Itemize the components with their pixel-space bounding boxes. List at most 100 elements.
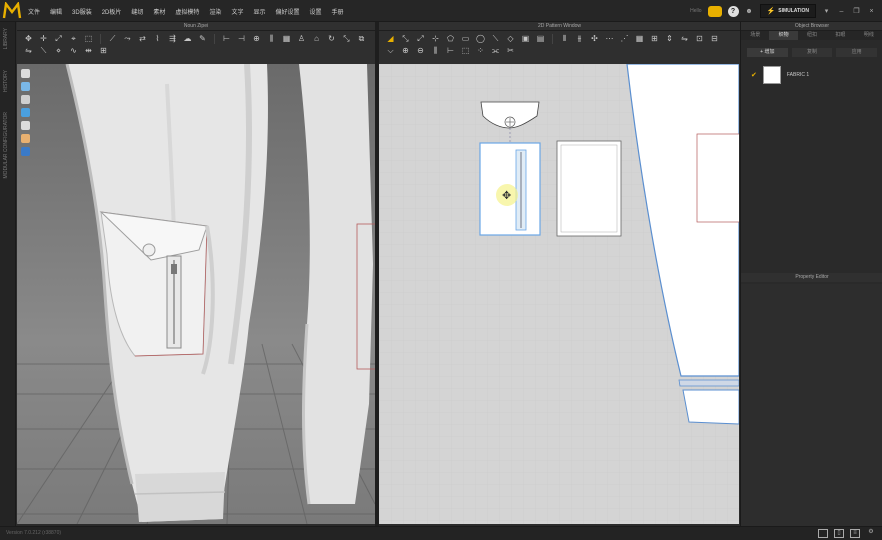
rotate-icon[interactable]: ↻ <box>326 34 337 44</box>
help-icon[interactable]: ? <box>727 5 739 17</box>
menu-item-settings[interactable]: 设置 <box>309 7 321 16</box>
menu-item-manual[interactable]: 手册 <box>332 7 344 16</box>
measure-icon[interactable]: ⊢ <box>221 34 232 44</box>
camera-icon[interactable] <box>707 5 722 17</box>
zipper-icon[interactable]: ⫼ <box>266 34 277 44</box>
segment-sew-icon[interactable]: ⫴ <box>559 34 570 44</box>
tab-fabric[interactable]: 织物 <box>769 31 798 40</box>
elastic-icon[interactable]: ⫘ <box>490 46 501 56</box>
menu-item-sewing[interactable]: 缝纫 <box>131 7 143 16</box>
edit-curve-icon[interactable]: ⤢ <box>415 34 426 44</box>
select-icon[interactable]: ✥ <box>23 34 34 44</box>
fabric-mode-icon[interactable] <box>21 82 30 91</box>
steam-icon[interactable]: ☁ <box>182 34 193 44</box>
edit-pattern-icon[interactable]: ⤡ <box>400 34 411 44</box>
menu-item-file[interactable]: 文件 <box>28 7 40 16</box>
skin-mode-icon[interactable] <box>21 134 30 143</box>
box-select-icon[interactable]: ⬚ <box>83 34 94 44</box>
fabric-list-item[interactable]: ✔ FABRIC 1 <box>741 64 882 86</box>
transform-pattern-icon[interactable]: ◢ <box>385 34 396 44</box>
garment-mode-icon[interactable] <box>21 69 30 78</box>
viewport-3d[interactable] <box>17 64 375 524</box>
offset-icon[interactable]: ⊡ <box>694 34 705 44</box>
stitch-icon[interactable]: ⁘ <box>475 46 486 56</box>
pleat-icon[interactable]: ⋰ <box>619 34 630 44</box>
add-button[interactable]: + 增加 <box>747 48 788 57</box>
grid-2d-icon[interactable]: ▦ <box>634 34 645 44</box>
apply-button[interactable]: 应用 <box>836 48 878 57</box>
environment-mode-icon[interactable] <box>21 147 30 156</box>
circle-icon[interactable]: ◯ <box>475 34 486 44</box>
mirror-icon[interactable]: ⇋ <box>679 34 690 44</box>
seam-allowance-icon[interactable]: ⊟ <box>709 34 720 44</box>
move-icon[interactable]: ✛ <box>38 34 49 44</box>
menu-item-display[interactable]: 显示 <box>253 7 265 16</box>
avatar-icon[interactable]: ☻ <box>745 7 754 16</box>
button-tool-icon[interactable]: ⊕ <box>251 34 262 44</box>
dart-icon[interactable]: ◇ <box>505 34 516 44</box>
free-sew-icon[interactable]: ⫵ <box>574 34 585 44</box>
brush-icon[interactable]: ✎ <box>197 34 208 44</box>
grain-icon[interactable]: ⇕ <box>664 34 675 44</box>
tab-button[interactable]: 纽扣 <box>798 31 826 40</box>
copy-button[interactable]: 复制 <box>791 48 833 57</box>
settings-icon[interactable]: ⚙ <box>866 529 876 538</box>
measure-2d-icon[interactable]: ⊢ <box>445 46 456 56</box>
fold-icon[interactable]: ⟋ <box>107 34 118 44</box>
garment-icon[interactable]: ⌂ <box>311 34 322 44</box>
tab-buttonhole[interactable]: 扣眼 <box>826 31 854 40</box>
internal-line-icon[interactable]: ⟍ <box>490 34 501 44</box>
menu-item-render[interactable]: 渲染 <box>209 7 221 16</box>
notch-icon[interactable]: ⌵ <box>385 46 396 56</box>
graphic-icon[interactable]: ⬚ <box>460 46 471 56</box>
scale-icon[interactable]: ⤡ <box>341 34 352 44</box>
symmetry-icon[interactable]: ⇹ <box>83 46 94 56</box>
transform-icon[interactable]: ⤢ <box>53 34 64 44</box>
text-box-icon[interactable]: ▤ <box>535 34 546 44</box>
dropdown-chevron-icon[interactable]: ▾ <box>822 7 831 16</box>
check-sew-icon[interactable]: ✣ <box>589 34 600 44</box>
flip-icon[interactable]: ⇋ <box>23 46 34 56</box>
minimize-icon[interactable]: – <box>837 7 846 16</box>
arrange-icon[interactable]: ⇶ <box>167 34 178 44</box>
add-point-icon[interactable]: ⊹ <box>430 34 441 44</box>
close-icon[interactable]: × <box>867 7 876 16</box>
seam-icon[interactable]: ⇄ <box>137 34 148 44</box>
texture-mode-icon[interactable] <box>21 121 30 130</box>
menu-item-preferences[interactable]: 偏好设置 <box>275 7 299 16</box>
tack-icon[interactable]: ⌇ <box>152 34 163 44</box>
restore-icon[interactable]: ❐ <box>852 7 861 16</box>
tab-history[interactable]: HISTORY <box>3 70 9 92</box>
simulation-button[interactable]: ⚡ SIMULATION <box>759 4 816 18</box>
copy-icon[interactable]: ⧉ <box>356 34 367 44</box>
rectangle-icon[interactable]: ▭ <box>460 34 471 44</box>
topstitch-icon[interactable]: ⋯ <box>604 34 615 44</box>
avatar-mode-icon[interactable] <box>21 95 30 104</box>
sew-icon[interactable]: ⤳ <box>122 34 133 44</box>
menu-item-materials[interactable]: 素材 <box>153 7 165 16</box>
fit-icon[interactable]: ⊞ <box>98 46 109 56</box>
curve-icon[interactable]: ∿ <box>68 46 79 56</box>
line-icon[interactable]: ⟍ <box>38 46 49 56</box>
menu-item-2d-pattern[interactable]: 2D板片 <box>102 7 122 16</box>
polygon-icon[interactable]: ⬠ <box>445 34 456 44</box>
render-mode-icon[interactable] <box>21 108 30 117</box>
menu-item-avatar[interactable]: 虚拟模特 <box>175 7 199 16</box>
menu-item-3d-garment[interactable]: 3D服装 <box>72 7 92 16</box>
trim-2d-icon[interactable]: ✂ <box>505 46 516 56</box>
buttonhole-icon[interactable]: ⊖ <box>415 46 426 56</box>
tab-modular-configurator[interactable]: MODULAR CONFIGURATOR <box>3 112 9 178</box>
viewport-2d[interactable]: ✥ <box>379 64 739 524</box>
zip-2d-icon[interactable]: ⫼ <box>430 46 441 56</box>
button-2d-icon[interactable]: ⊕ <box>400 46 411 56</box>
pin-icon[interactable]: ⌖ <box>68 34 79 44</box>
layout-list-icon[interactable]: ≡ <box>850 529 860 538</box>
layout-split-icon[interactable]: ▯ <box>834 529 844 538</box>
menu-item-edit[interactable]: 编辑 <box>50 7 62 16</box>
avatar-tool-icon[interactable]: ♙ <box>296 34 307 44</box>
fill-icon[interactable]: ▣ <box>520 34 531 44</box>
layout-single-icon[interactable] <box>818 529 828 538</box>
logo-icon[interactable] <box>2 2 22 20</box>
tab-scene[interactable]: 场景 <box>741 31 769 40</box>
texture-2d-icon[interactable]: ⊞ <box>649 34 660 44</box>
